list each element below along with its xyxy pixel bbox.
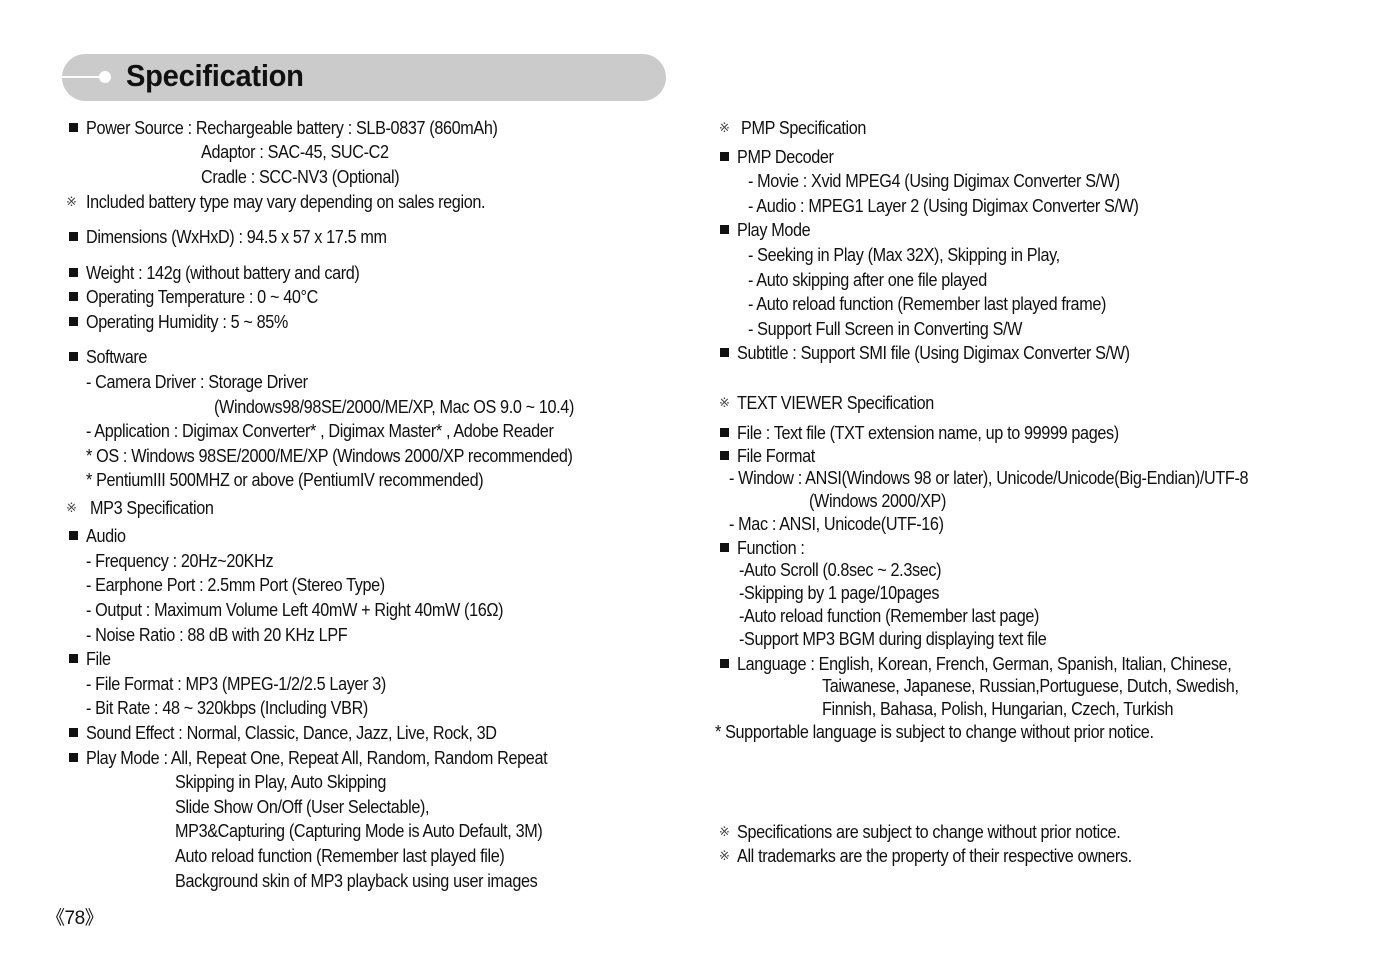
spec-pmp-play-mode-line: - Auto skipping after one file played [748, 270, 987, 290]
spec-bit-rate: - Bit Rate : 48 ~ 320kbps (Including VBR… [86, 698, 368, 718]
spec-weight: Weight : 142g (without battery and card) [86, 263, 360, 283]
header-dot-decoration [99, 71, 111, 83]
reference-mark-icon: ※ [719, 848, 730, 863]
bullet-square-icon [720, 225, 729, 234]
section-pmp-spec: PMP Specification [741, 118, 867, 138]
spec-pmp-decoder: PMP Decoder [737, 147, 834, 167]
spec-language-line: Taiwanese, Japanese, Russian,Portuguese,… [822, 676, 1239, 696]
spec-noise: - Noise Ratio : 88 dB with 20 KHz LPF [86, 625, 348, 645]
bullet-square-icon [69, 531, 78, 540]
spec-change-note: Specifications are subject to change wit… [737, 822, 1121, 842]
bullet-square-icon [69, 123, 78, 132]
spec-output: - Output : Maximum Volume Left 40mW + Ri… [86, 600, 504, 620]
spec-adaptor: Adaptor : SAC-45, SUC-C2 [201, 142, 389, 162]
spec-play-mode-line: MP3&Capturing (Capturing Mode is Auto De… [175, 821, 543, 841]
spec-application: - Application : Digimax Converter* , Dig… [86, 421, 554, 441]
bullet-square-icon [720, 451, 729, 460]
spec-language-line: Finnish, Bahasa, Polish, Hungarian, Czec… [822, 699, 1174, 719]
spec-humidity: Operating Humidity : 5 ~ 85% [86, 312, 288, 332]
spec-camera-driver-os: (Windows98/98SE/2000/ME/XP, Mac OS 9.0 ~… [214, 397, 574, 417]
spec-temperature: Operating Temperature : 0 ~ 40°C [86, 287, 318, 307]
spec-power-source: Power Source : Rechargeable battery : SL… [86, 118, 498, 138]
battery-note: Included battery type may vary depending… [86, 192, 486, 212]
bullet-square-icon [69, 268, 78, 277]
bullet-square-icon [69, 292, 78, 301]
spec-window: - Window : ANSI(Windows 98 or later), Un… [729, 468, 1249, 488]
spec-earphone: - Earphone Port : 2.5mm Port (Stereo Typ… [86, 575, 385, 595]
spec-function: Function : [737, 538, 805, 558]
reference-mark-icon: ※ [719, 120, 730, 135]
spec-pmp-play-mode: Play Mode [737, 220, 811, 240]
spec-play-mode-line: Slide Show On/Off (User Selectable), [175, 797, 430, 817]
spec-pmp-audio: - Audio : MPEG1 Layer 2 (Using Digimax C… [748, 196, 1139, 216]
reference-mark-icon: ※ [66, 500, 77, 515]
reference-mark-icon: ※ [719, 824, 730, 839]
bullet-square-icon [720, 152, 729, 161]
page-number: 《78》 [46, 908, 104, 929]
spec-cpu-note: * PentiumIII 500MHZ or above (PentiumIV … [86, 470, 484, 490]
bullet-square-icon [720, 428, 729, 437]
spec-play-mode-line: Background skin of MP3 playback using us… [175, 871, 538, 891]
spec-sound-effect: Sound Effect : Normal, Classic, Dance, J… [86, 723, 497, 743]
spec-file-format: - File Format : MP3 (MPEG-1/2/2.5 Layer … [86, 674, 386, 694]
trademark-note: All trademarks are the property of their… [737, 846, 1132, 866]
spec-text-file: File : Text file (TXT extension name, up… [737, 423, 1119, 443]
bullet-square-icon [720, 348, 729, 357]
spec-mac: - Mac : ANSI, Unicode(UTF-16) [729, 514, 944, 534]
spec-text-file-format: File Format [737, 446, 815, 466]
bullet-square-icon [720, 659, 729, 668]
spec-subtitle: Subtitle : Support SMI file (Using Digim… [737, 343, 1130, 363]
bullet-square-icon [69, 728, 78, 737]
spec-function-line: -Auto Scroll (0.8sec ~ 2.3sec) [739, 560, 942, 580]
spec-pmp-play-mode-line: - Support Full Screen in Converting S/W [748, 319, 1023, 339]
section-text-viewer-spec: TEXT VIEWER Specification [737, 393, 934, 413]
language-note: * Supportable language is subject to cha… [715, 722, 1154, 742]
spec-cradle: Cradle : SCC-NV3 (Optional) [201, 167, 400, 187]
bullet-square-icon [720, 543, 729, 552]
spec-function-line: -Skipping by 1 page/10pages [739, 583, 940, 603]
page-title: Specification [126, 58, 304, 93]
spec-dimensions: Dimensions (WxHxD) : 94.5 x 57 x 17.5 mm [86, 227, 387, 247]
spec-audio: Audio [86, 526, 126, 546]
spec-function-line: -Auto reload function (Remember last pag… [739, 606, 1040, 626]
bullet-square-icon [69, 232, 78, 241]
spec-window-cont: (Windows 2000/XP) [809, 491, 947, 511]
spec-play-mode: Play Mode : All, Repeat One, Repeat All,… [86, 748, 548, 768]
header-line-decoration [62, 76, 102, 78]
spec-file: File [86, 649, 111, 669]
spec-play-mode-line: Skipping in Play, Auto Skipping [175, 772, 386, 792]
bullet-square-icon [69, 753, 78, 762]
spec-function-line: -Support MP3 BGM during displaying text … [739, 629, 1047, 649]
spec-play-mode-line: Auto reload function (Remember last play… [175, 846, 505, 866]
reference-mark-icon: ※ [66, 194, 77, 209]
bullet-square-icon [69, 654, 78, 663]
bullet-square-icon [69, 317, 78, 326]
spec-pmp-play-mode-line: - Seeking in Play (Max 32X), Skipping in… [748, 245, 1060, 265]
section-mp3-spec: MP3 Specification [90, 498, 214, 518]
spec-movie: - Movie : Xvid MPEG4 (Using Digimax Conv… [748, 171, 1120, 191]
bullet-square-icon [69, 352, 78, 361]
spec-language: Language : English, Korean, French, Germ… [737, 654, 1232, 674]
spec-os-note: * OS : Windows 98SE/2000/ME/XP (Windows … [86, 446, 573, 466]
spec-pmp-play-mode-line: - Auto reload function (Remember last pl… [748, 294, 1107, 314]
reference-mark-icon: ※ [719, 395, 730, 410]
spec-camera-driver: - Camera Driver : Storage Driver [86, 372, 308, 392]
spec-frequency: - Frequency : 20Hz~20KHz [86, 551, 274, 571]
spec-software: Software [86, 347, 148, 367]
